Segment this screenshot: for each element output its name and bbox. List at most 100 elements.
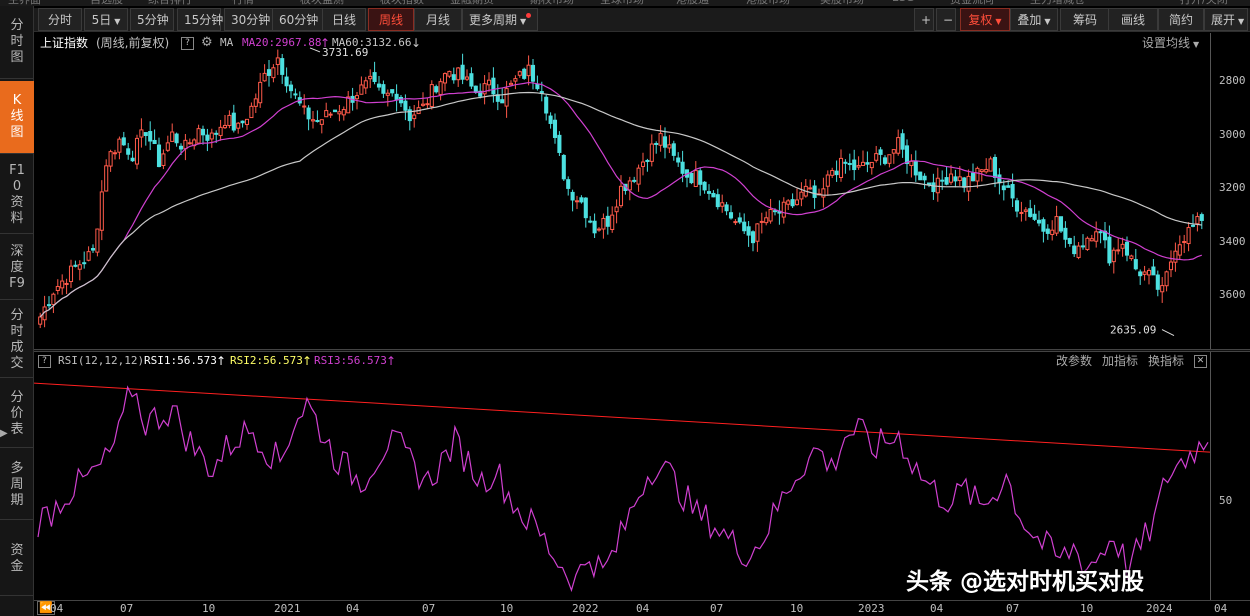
candle-body[interactable] (473, 85, 478, 93)
candle-body[interactable] (601, 217, 606, 230)
candle-body[interactable] (755, 223, 760, 242)
candle-body[interactable] (640, 161, 646, 167)
candle-body[interactable] (900, 133, 905, 150)
candle-body[interactable] (1094, 231, 1099, 242)
candle-body[interactable] (966, 175, 971, 192)
candle-body[interactable] (869, 161, 874, 169)
candle-body[interactable] (46, 304, 52, 307)
candle-body[interactable] (447, 70, 452, 77)
candle-body[interactable] (843, 161, 848, 164)
candle-body[interactable] (662, 136, 668, 148)
candle-body[interactable] (794, 199, 800, 206)
toolbar-button[interactable]: 叠加 ▼ (1010, 8, 1058, 31)
candle-body[interactable] (1199, 214, 1204, 221)
candle-body[interactable] (183, 139, 188, 150)
candle-body[interactable] (882, 157, 888, 164)
candle-body[interactable] (104, 165, 109, 192)
candle-body[interactable] (491, 77, 496, 95)
candle-body[interactable] (346, 96, 351, 114)
top-strip-item[interactable]: 美股市场 (820, 0, 864, 6)
candle-body[interactable] (310, 119, 316, 122)
candle-body[interactable] (786, 200, 791, 205)
candle-body[interactable] (830, 170, 835, 176)
candle-body[interactable] (205, 134, 210, 141)
kline-chart[interactable]: 3731.69 2635.09 (34, 33, 1210, 349)
candle-body[interactable] (236, 122, 241, 129)
candle-body[interactable] (337, 111, 342, 115)
candle-body[interactable] (482, 83, 487, 95)
top-strip-item[interactable]: 板块监测 (300, 0, 344, 6)
candle-body[interactable] (214, 132, 219, 135)
sidebar-item[interactable]: 多周期 (0, 450, 34, 520)
top-strip-item[interactable]: 行情 (232, 0, 254, 6)
candle-body[interactable] (1036, 219, 1042, 224)
candle-body[interactable] (1010, 183, 1015, 199)
candle-body[interactable] (856, 165, 861, 168)
candle-body[interactable] (834, 170, 839, 176)
candle-body[interactable] (77, 264, 82, 270)
candle-body[interactable] (258, 81, 263, 104)
candle-body[interactable] (121, 137, 126, 146)
candle-body[interactable] (891, 149, 896, 154)
candle-body[interactable] (689, 172, 694, 184)
candle-body[interactable] (486, 79, 492, 86)
period-button[interactable]: 60分钟 (272, 8, 324, 31)
candle-body[interactable] (1050, 229, 1055, 235)
candle-body[interactable] (134, 137, 140, 165)
candle-body[interactable] (970, 172, 976, 182)
candle-body[interactable] (275, 57, 280, 66)
candle-body[interactable] (429, 84, 434, 108)
candle-body[interactable] (1107, 236, 1112, 264)
candle-body[interactable] (935, 177, 940, 194)
candle-body[interactable] (852, 159, 857, 171)
rsi-help-icon[interactable]: ? (38, 355, 51, 368)
candle-body[interactable] (156, 144, 162, 168)
top-strip-item[interactable]: 港股通 (676, 0, 709, 6)
candle-body[interactable] (992, 156, 998, 178)
candle-body[interactable] (434, 86, 439, 93)
candle-body[interactable] (605, 215, 610, 227)
candle-body[interactable] (715, 194, 720, 208)
candle-body[interactable] (808, 187, 813, 190)
candle-body[interactable] (284, 76, 289, 87)
sidebar-item[interactable]: 分时成交 (0, 302, 34, 378)
candle-body[interactable] (1155, 274, 1160, 290)
candle-body[interactable] (112, 152, 118, 155)
candle-body[interactable] (627, 180, 632, 191)
candle-body[interactable] (500, 99, 505, 104)
toolbar-button[interactable]: − (936, 8, 956, 31)
candle-body[interactable] (1045, 228, 1050, 234)
period-button[interactable]: 周线 (368, 8, 414, 31)
sidebar-item[interactable]: 资金 (0, 522, 34, 596)
candle-body[interactable] (108, 151, 113, 167)
sidebar-item[interactable]: 分时图 (0, 6, 34, 79)
close-icon[interactable]: ✕ (1194, 355, 1207, 368)
candle-body[interactable] (988, 158, 993, 172)
candle-body[interactable] (376, 83, 382, 88)
candle-body[interactable] (984, 168, 989, 173)
candle-body[interactable] (676, 157, 681, 163)
top-strip-item[interactable]: 板块指数 (380, 0, 424, 6)
candle-body[interactable] (363, 80, 368, 89)
candle-body[interactable] (922, 175, 927, 181)
candle-body[interactable] (759, 220, 764, 223)
candle-body[interactable] (385, 92, 390, 96)
candle-body[interactable] (1182, 241, 1187, 244)
candle-body[interactable] (548, 115, 553, 124)
candle-body[interactable] (306, 107, 311, 120)
candle-body[interactable] (1067, 238, 1072, 244)
candle-body[interactable] (390, 89, 395, 94)
top-strip-item[interactable]: 金融期货 (450, 0, 494, 6)
candle-body[interactable] (1054, 216, 1059, 234)
candle-body[interactable] (821, 188, 826, 198)
candle-body[interactable] (750, 231, 756, 244)
candle-body[interactable] (187, 142, 192, 145)
candle-body[interactable] (209, 132, 214, 140)
candle-body[interactable] (979, 169, 984, 173)
candle-body[interactable] (354, 95, 360, 100)
candle-body[interactable] (359, 84, 364, 95)
period-button[interactable]: 15分钟 (177, 8, 223, 31)
candle-body[interactable] (1076, 245, 1081, 258)
candle-body[interactable] (574, 200, 580, 203)
candle-body[interactable] (64, 282, 69, 285)
